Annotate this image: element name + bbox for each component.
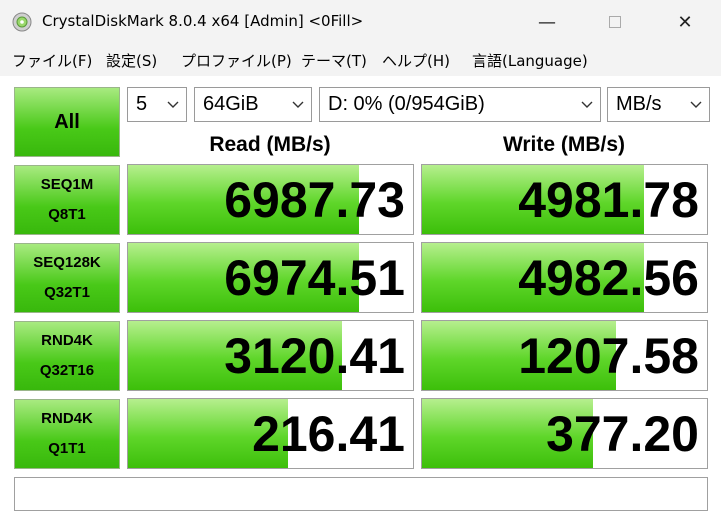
drive-value: D: 0% (0/954GiB) bbox=[328, 93, 485, 115]
test-name: SEQ1M bbox=[40, 176, 94, 193]
menu-file[interactable]: ファイル(F) bbox=[12, 50, 92, 71]
rnd4k-q32t16-button[interactable]: RND4K Q32T16 bbox=[14, 321, 120, 391]
chevron-down-icon bbox=[292, 101, 304, 108]
drive-select[interactable]: D: 0% (0/954GiB) bbox=[319, 87, 601, 122]
menu-help[interactable]: ヘルプ(H) bbox=[382, 50, 450, 71]
test-params: Q8T1 bbox=[48, 206, 86, 223]
menu-settings[interactable]: 設定(S) bbox=[106, 50, 157, 71]
write-column-header: Write (MB/s) bbox=[502, 133, 626, 156]
rnd4k-q32t16-read-result: 3120.41 bbox=[127, 320, 414, 391]
unit-select[interactable]: MB/s bbox=[607, 87, 710, 122]
app-icon bbox=[12, 12, 32, 32]
read-value: 216.41 bbox=[252, 406, 405, 462]
run-all-button[interactable]: All bbox=[14, 87, 120, 157]
chevron-down-icon bbox=[167, 101, 179, 108]
test-size-value: 64GiB bbox=[203, 93, 259, 115]
minimize-button[interactable]: — bbox=[524, 0, 570, 44]
read-value: 6974.51 bbox=[224, 250, 405, 306]
rnd4k-q32t16-write-result: 1207.58 bbox=[421, 320, 708, 391]
read-column-header: Read (MB/s) bbox=[209, 133, 331, 156]
close-icon: ✕ bbox=[677, 11, 693, 33]
test-count-value: 5 bbox=[136, 93, 148, 115]
seq1m-read-result: 6987.73 bbox=[127, 164, 414, 235]
write-value: 4981.78 bbox=[518, 172, 699, 228]
write-value: 4982.56 bbox=[518, 250, 699, 306]
rnd4k-q1t1-read-result: 216.41 bbox=[127, 398, 414, 469]
seq128k-q32t1-button[interactable]: SEQ128K Q32T1 bbox=[14, 243, 120, 313]
title-bar[interactable]: CrystalDiskMark 8.0.4 x64 [Admin] <0Fill… bbox=[0, 0, 721, 44]
menu-language[interactable]: 言語(Language) bbox=[472, 50, 588, 71]
chevron-down-icon bbox=[690, 101, 702, 108]
chevron-down-icon bbox=[581, 101, 593, 108]
write-value: 1207.58 bbox=[518, 328, 699, 384]
seq1m-q8t1-button[interactable]: SEQ1M Q8T1 bbox=[14, 165, 120, 235]
test-name: RND4K bbox=[41, 332, 93, 349]
seq128k-read-result: 6974.51 bbox=[127, 242, 414, 313]
test-count-select[interactable]: 5 bbox=[127, 87, 187, 122]
test-size-select[interactable]: 64GiB bbox=[194, 87, 312, 122]
rnd4k-q1t1-button[interactable]: RND4K Q1T1 bbox=[14, 399, 120, 469]
maximize-icon bbox=[609, 16, 621, 28]
read-value: 6987.73 bbox=[224, 172, 405, 228]
menu-bar: ファイル(F) 設定(S) プロファイル(P) テーマ(T) ヘルプ(H) 言語… bbox=[0, 46, 721, 74]
test-params: Q1T1 bbox=[48, 440, 86, 457]
test-params: Q32T1 bbox=[44, 284, 90, 301]
read-value: 3120.41 bbox=[224, 328, 405, 384]
test-params: Q32T16 bbox=[39, 362, 95, 379]
close-button[interactable]: ✕ bbox=[662, 0, 708, 44]
rnd4k-q1t1-write-result: 377.20 bbox=[421, 398, 708, 469]
test-name: SEQ128K bbox=[33, 254, 101, 271]
menu-profile[interactable]: プロファイル(P) bbox=[181, 50, 292, 71]
test-name: RND4K bbox=[41, 410, 93, 427]
seq128k-write-result: 4982.56 bbox=[421, 242, 708, 313]
write-value: 377.20 bbox=[546, 406, 699, 462]
window-title: CrystalDiskMark 8.0.4 x64 [Admin] <0Fill… bbox=[42, 12, 364, 30]
unit-value: MB/s bbox=[616, 93, 662, 115]
comment-field[interactable] bbox=[14, 477, 708, 511]
seq1m-write-result: 4981.78 bbox=[421, 164, 708, 235]
minimize-icon: — bbox=[538, 11, 556, 33]
maximize-button[interactable] bbox=[592, 0, 638, 44]
menu-theme[interactable]: テーマ(T) bbox=[301, 50, 367, 71]
